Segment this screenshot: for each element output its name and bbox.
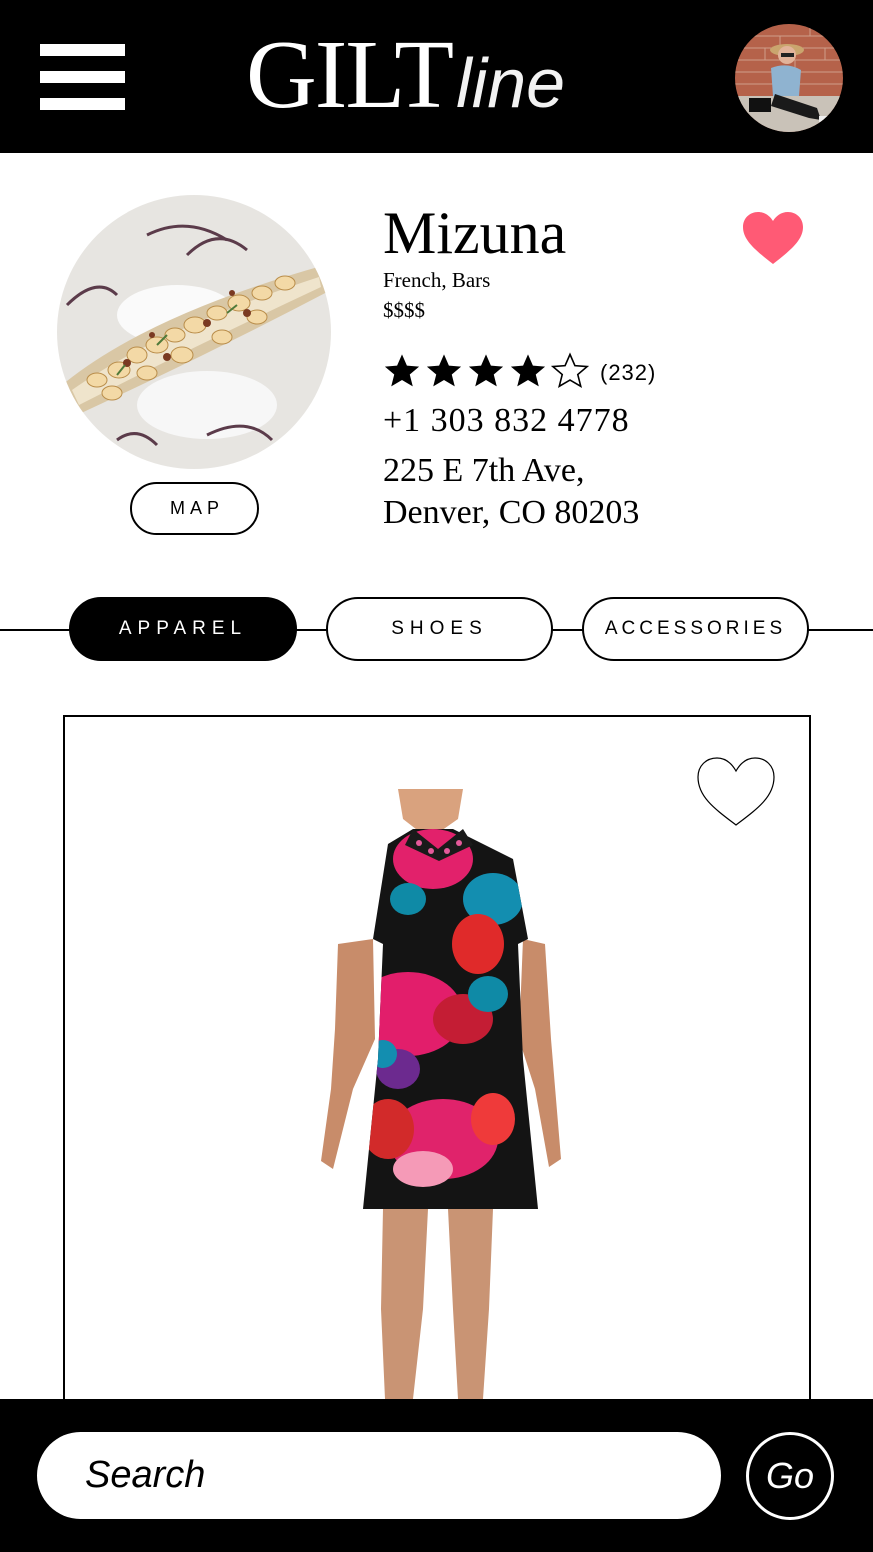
logo-sub-text: line [456,44,566,122]
restaurant-price: $$$$ [383,298,425,322]
heart-outline-icon[interactable] [695,755,777,829]
restaurant-phone[interactable]: +1 303 832 4778 [383,402,630,440]
star-filled-icon [426,354,462,387]
tab-accessories[interactable]: ACCESSORIES [582,597,809,661]
hamburger-menu-icon[interactable] [40,44,125,110]
star-filled-icon [384,354,420,387]
product-card[interactable] [63,715,811,1475]
star-empty-icon [551,352,589,389]
review-count: (232) [600,360,657,385]
star-filled-icon [510,354,546,387]
restaurant-food-photo [57,195,331,469]
go-button[interactable]: Go [746,1432,834,1520]
tab-shoes[interactable]: SHOES [326,597,553,661]
restaurant-name: Mizuna [383,200,567,266]
top-bar: GILTline [0,0,873,153]
bottom-search-bar: Go [0,1399,873,1552]
map-button[interactable]: MAP [130,482,259,535]
avatar[interactable] [735,24,843,132]
app-logo: GILTline [246,20,565,130]
logo-main-text: GILT [246,21,454,129]
restaurant-cuisine: French, Bars [383,268,491,292]
restaurant-address-line2: Denver, CO 80203 [383,494,640,531]
search-input[interactable] [37,1432,721,1519]
product-image-dress [313,789,563,1473]
favorite-heart-icon[interactable] [741,210,805,266]
tab-apparel[interactable]: APPAREL [69,597,297,661]
restaurant-address-line1: 225 E 7th Ave, [383,452,585,489]
star-filled-icon [468,354,504,387]
